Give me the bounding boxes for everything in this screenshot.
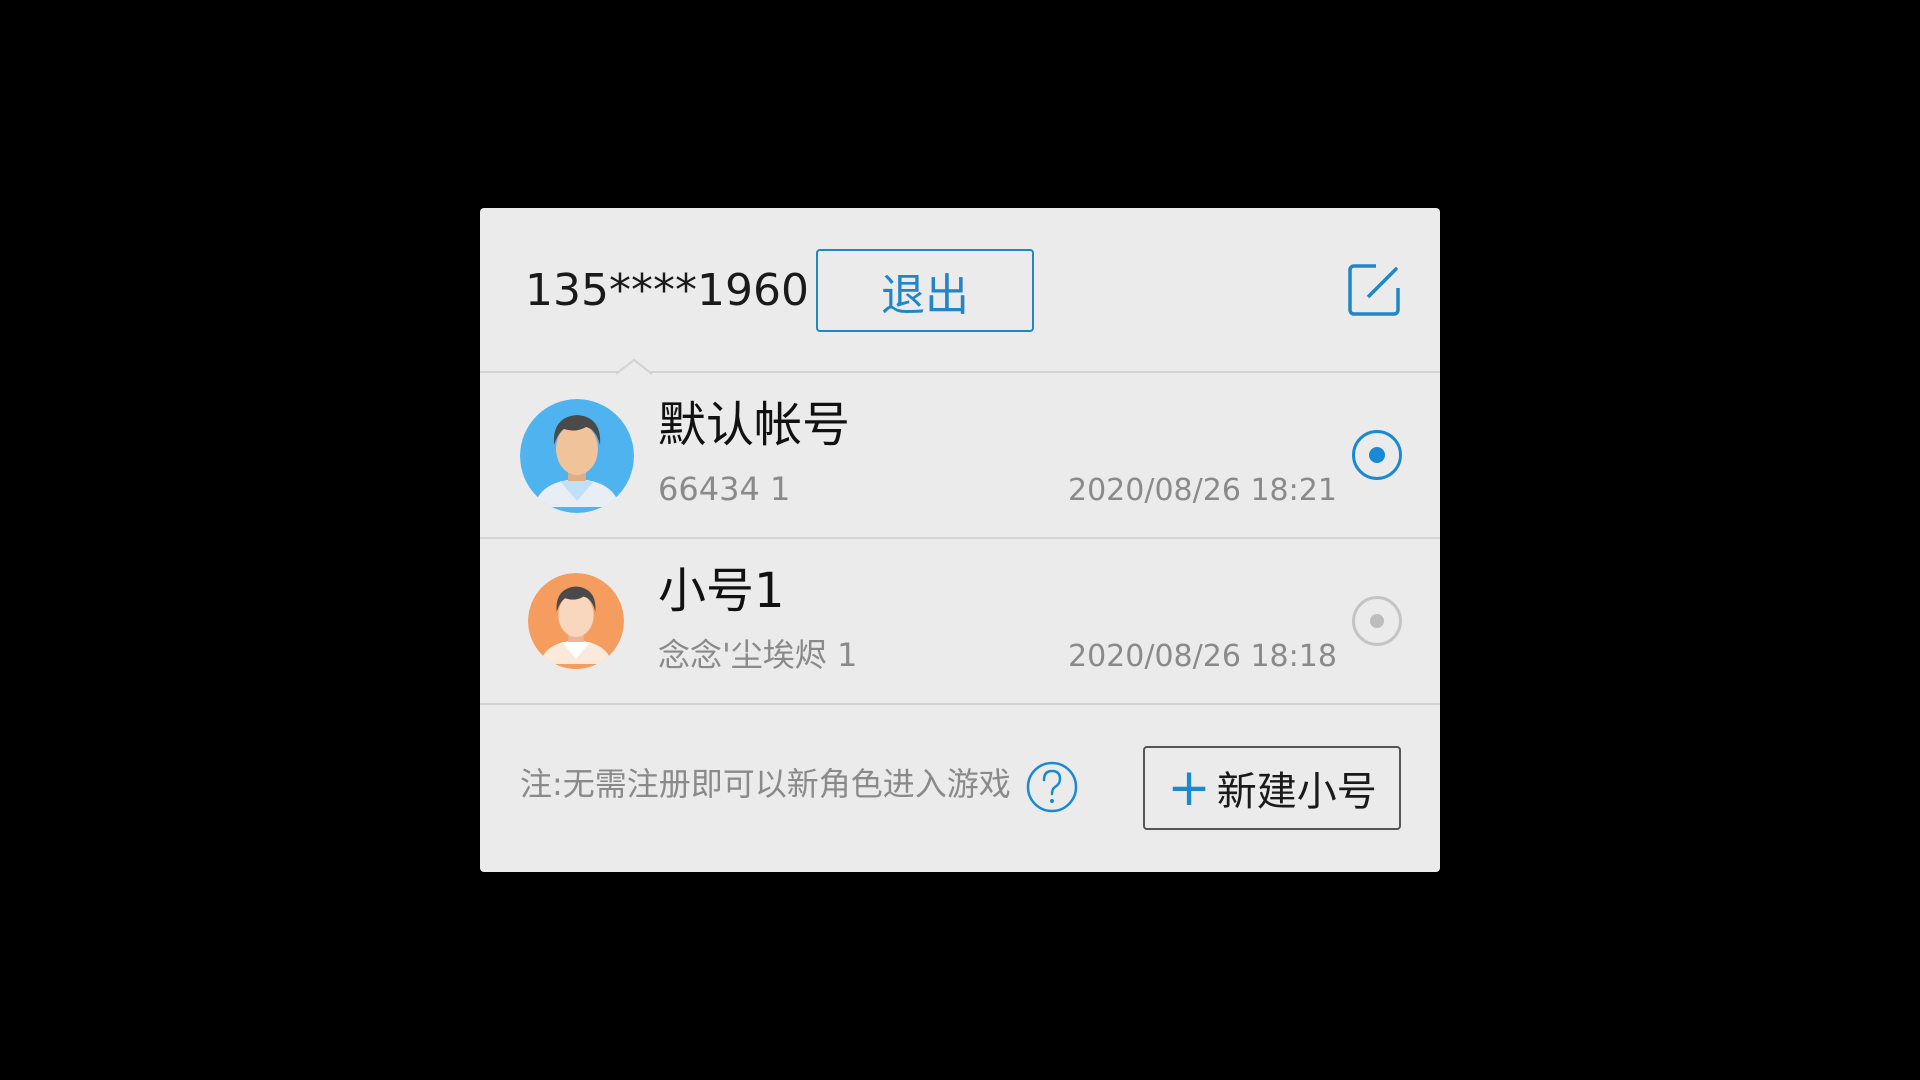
account-name: 小号1 <box>658 563 785 619</box>
account-time: 2020/08/26 18:18 <box>1068 639 1337 674</box>
logout-button[interactable]: 退出 <box>816 249 1034 332</box>
account-row-default[interactable]: 默认帐号 66434 1 2020/08/26 18:21 <box>480 373 1440 539</box>
account-name: 默认帐号 <box>658 397 851 453</box>
male-avatar-icon <box>520 399 634 513</box>
account-time: 2020/08/26 18:21 <box>1068 473 1337 508</box>
question-circle-icon[interactable] <box>1026 761 1078 813</box>
account-switch-dialog: 135****1960 退出 默认帐号 66434 1 2020/08/26 1… <box>480 208 1440 872</box>
account-row-alt[interactable]: 小号1 念念'尘埃烬 1 2020/08/26 18:18 <box>480 539 1440 705</box>
registration-note: 注:无需注册即可以新角色进入游戏 <box>520 765 1011 803</box>
account-radio-unselected[interactable] <box>1352 596 1402 646</box>
new-alt-account-label: 新建小号 <box>1216 769 1377 815</box>
account-phone: 135****1960 <box>525 265 809 316</box>
edit-icon[interactable] <box>1346 262 1402 318</box>
new-alt-account-button[interactable]: + 新建小号 <box>1143 746 1401 830</box>
plus-icon: + <box>1167 758 1211 818</box>
dialog-header: 135****1960 退出 <box>480 208 1440 375</box>
male-avatar-icon <box>528 573 624 669</box>
account-nickname: 念念'尘埃烬 1 <box>658 636 858 674</box>
account-radio-selected[interactable] <box>1352 430 1402 480</box>
account-id: 66434 1 <box>658 470 791 508</box>
